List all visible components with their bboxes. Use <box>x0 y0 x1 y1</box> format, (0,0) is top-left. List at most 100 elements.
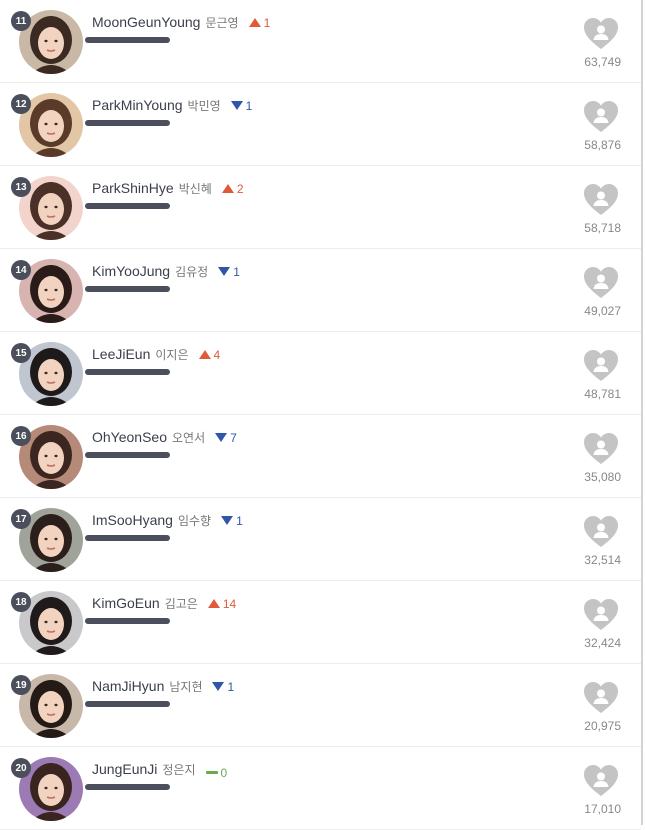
ranking-row: 17 ImSooHyang 임수향 1 32,514 <box>0 498 641 581</box>
triangle-down-icon <box>218 267 231 276</box>
name-korean: 박신혜 <box>178 182 212 196</box>
vote-count: 49,027 <box>584 304 621 318</box>
name-line: ImSooHyang 임수향 1 <box>92 512 243 529</box>
name-korean: 문근영 <box>205 16 239 30</box>
ranking-row: 12 ParkMinYoung 박민영 1 58,876 <box>0 83 641 166</box>
ranking-row: 20 JungEunJi 정은지 0 17,010 <box>0 747 641 830</box>
vote-count: 58,876 <box>584 138 621 152</box>
ranking-row: 18 KimGoEun 김고은 14 32,424 <box>0 581 641 664</box>
heart-user-icon <box>584 682 618 713</box>
ranking-row: 19 NamJiHyun 남지현 1 20,975 <box>0 664 641 747</box>
rank-change-value: 4 <box>213 347 221 362</box>
vote-heart-icon[interactable] <box>583 681 619 715</box>
heart-user-icon <box>584 350 618 381</box>
ranking-list: 11 MoonGeunYoung 문근영 1 63,749 12 ParkMin… <box>0 0 643 830</box>
ranking-row: 13 ParkShinHye 박신혜 2 58,718 <box>0 166 641 249</box>
rank-badge: 15 <box>11 343 31 363</box>
score-bar <box>85 784 170 790</box>
rank-change: 1 <box>218 265 240 279</box>
triangle-up-icon <box>198 350 211 359</box>
name-line: NamJiHyun 남지현 1 <box>92 678 234 695</box>
vote-heart-icon[interactable] <box>583 266 619 300</box>
vote-count: 35,080 <box>584 470 621 484</box>
rank-badge: 12 <box>11 94 31 114</box>
ranking-row: 11 MoonGeunYoung 문근영 1 63,749 <box>0 0 641 83</box>
rank-change-value: 1 <box>236 513 243 528</box>
heart-user-icon <box>584 765 618 796</box>
score-bar <box>85 452 170 458</box>
name-english[interactable]: ParkMinYoung <box>92 97 183 113</box>
score-bar <box>85 286 170 292</box>
rank-change: 4 <box>198 347 221 362</box>
name-line: KimGoEun 김고은 14 <box>92 595 236 612</box>
ranking-row: 16 OhYeonSeo 오연서 7 35,080 <box>0 415 641 498</box>
rank-change: 1 <box>230 98 253 113</box>
rank-badge: 14 <box>11 260 31 280</box>
vote-heart-icon[interactable] <box>583 17 619 51</box>
name-english[interactable]: MoonGeunYoung <box>92 14 200 30</box>
name-korean: 남지현 <box>169 680 203 694</box>
vote-count: 17,010 <box>584 802 621 816</box>
rank-change: 1 <box>221 514 243 528</box>
rank-badge: 17 <box>11 509 31 529</box>
name-line: JungEunJi 정은지 0 <box>92 761 227 780</box>
vote-count: 63,749 <box>584 55 621 69</box>
vote-heart-icon[interactable] <box>583 100 619 134</box>
name-line: KimYooJung 김유정 1 <box>92 263 240 280</box>
score-bar <box>85 37 170 43</box>
name-english[interactable]: ParkShinHye <box>92 180 174 196</box>
name-english[interactable]: KimGoEun <box>92 595 160 611</box>
name-korean: 김고은 <box>164 597 198 611</box>
vote-heart-icon[interactable] <box>583 432 619 466</box>
score-bar <box>85 701 170 707</box>
vote-heart-icon[interactable] <box>583 764 619 798</box>
ranking-row: 14 KimYooJung 김유정 1 49,027 <box>0 249 641 332</box>
score-bar <box>85 618 170 624</box>
heart-user-icon <box>584 18 618 49</box>
name-korean: 박민영 <box>187 99 221 113</box>
rank-change-value: 1 <box>263 15 271 30</box>
rank-change: 7 <box>215 431 237 445</box>
rank-change: 14 <box>207 597 236 611</box>
vote-heart-icon[interactable] <box>583 183 619 217</box>
rank-change-value: 1 <box>227 679 235 694</box>
name-english[interactable]: ImSooHyang <box>92 512 173 528</box>
heart-user-icon <box>584 516 618 547</box>
rank-change-value: 7 <box>230 430 237 445</box>
rank-change: 1 <box>212 680 234 694</box>
rank-change-value: 2 <box>236 181 244 196</box>
triangle-down-icon <box>212 682 225 691</box>
name-line: OhYeonSeo 오연서 7 <box>92 429 237 446</box>
name-korean: 정은지 <box>162 763 196 777</box>
name-english[interactable]: KimYooJung <box>92 263 170 279</box>
name-line: ParkMinYoung 박민영 1 <box>92 97 252 114</box>
vote-count: 32,514 <box>584 553 621 567</box>
name-korean: 임수향 <box>177 514 212 528</box>
triangle-down-icon <box>215 433 228 442</box>
name-english[interactable]: LeeJiEun <box>92 346 150 362</box>
name-english[interactable]: NamJiHyun <box>92 678 164 694</box>
score-bar <box>85 535 170 541</box>
rank-change-value: 0 <box>220 765 228 780</box>
rank-badge: 16 <box>11 426 31 446</box>
vote-heart-icon[interactable] <box>583 515 619 549</box>
score-bar <box>85 120 170 126</box>
heart-user-icon <box>584 184 618 215</box>
rank-badge: 18 <box>11 592 31 612</box>
name-english[interactable]: JungEunJi <box>92 761 157 777</box>
rank-change: 1 <box>248 15 271 30</box>
name-english[interactable]: OhYeonSeo <box>92 429 167 445</box>
rank-badge: 13 <box>11 177 31 197</box>
vote-count: 32,424 <box>584 636 621 650</box>
rank-change-value: 1 <box>245 98 253 113</box>
vote-heart-icon[interactable] <box>583 349 619 383</box>
heart-user-icon <box>584 433 618 464</box>
vote-heart-icon[interactable] <box>583 598 619 632</box>
name-korean: 김유정 <box>175 265 209 279</box>
name-line: LeeJiEun 이지은 4 <box>92 346 220 363</box>
ranking-row: 15 LeeJiEun 이지은 4 48,781 <box>0 332 641 415</box>
rank-change: 2 <box>221 181 244 196</box>
vote-count: 48,781 <box>584 387 621 401</box>
heart-user-icon <box>584 267 618 298</box>
rank-change-value: 1 <box>233 264 240 279</box>
